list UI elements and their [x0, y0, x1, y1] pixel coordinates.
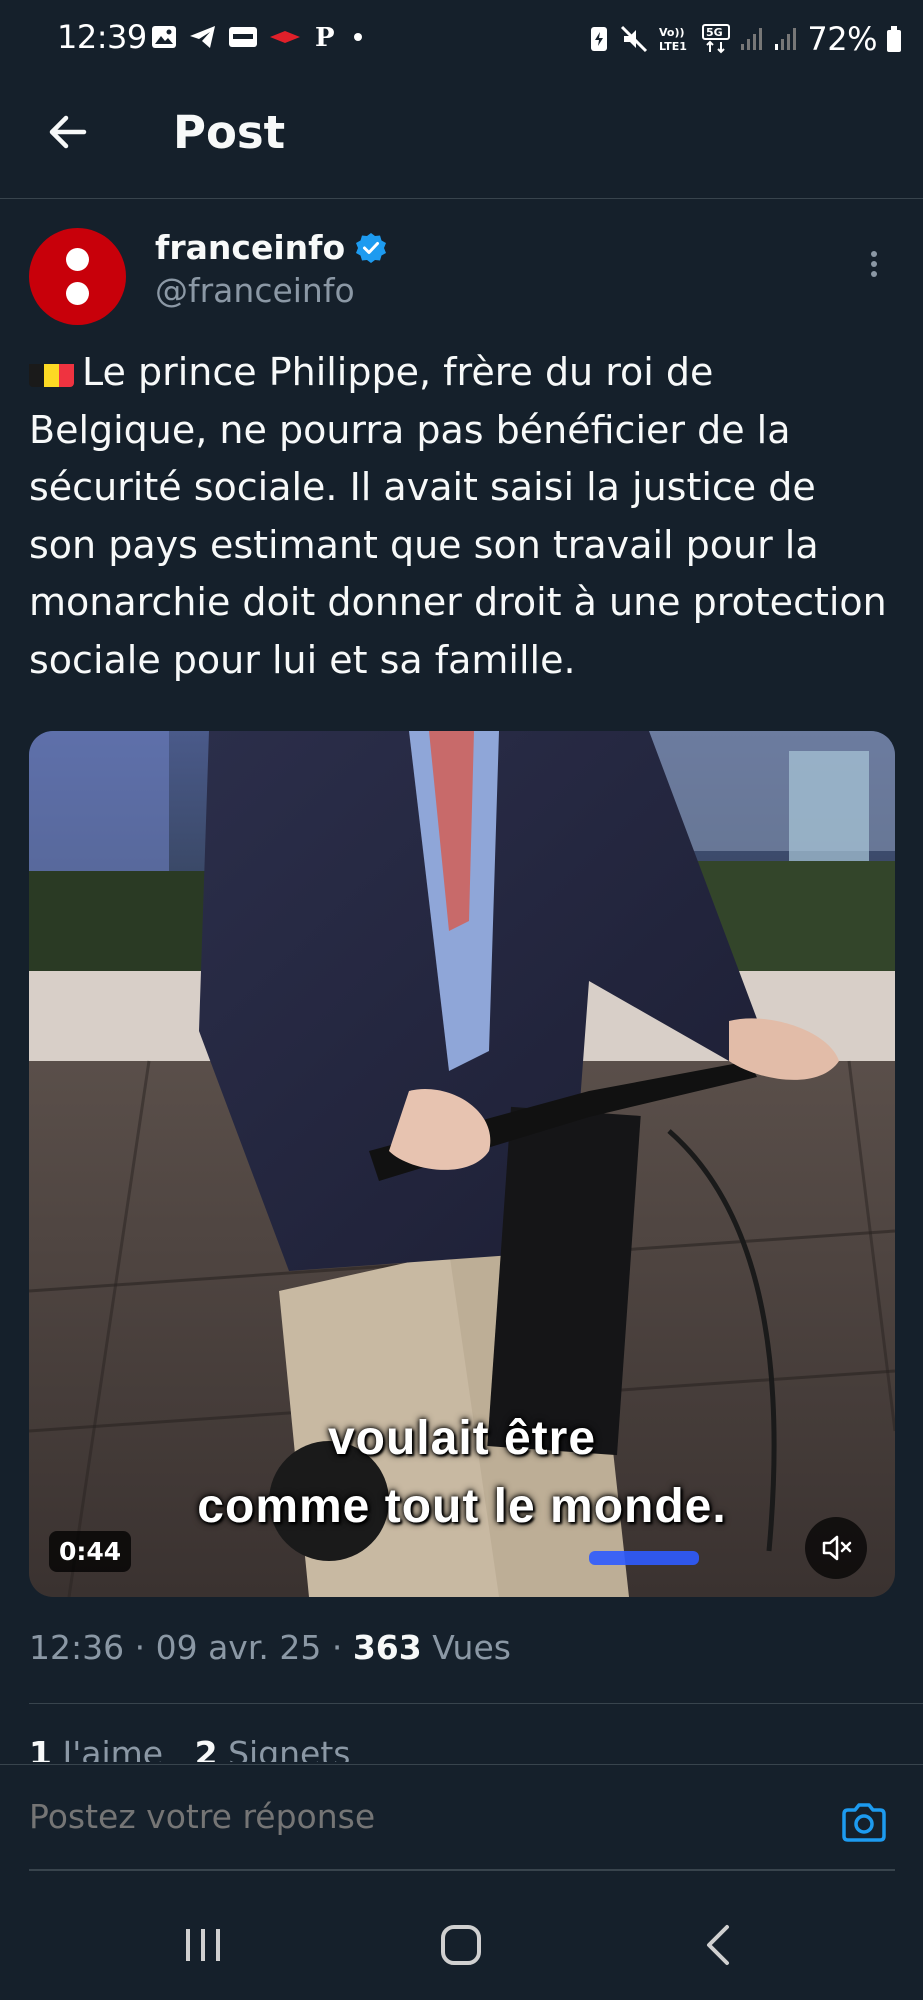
red-app-icon: [270, 31, 300, 43]
verified-badge-icon: [356, 232, 387, 263]
post-metadata: 12:36 · 09 avr. 25 · 363 Vues: [29, 1628, 511, 1667]
belgium-flag-icon: [29, 355, 74, 387]
5g-icon: 5G: [702, 24, 731, 54]
video-frame: [29, 731, 895, 1597]
author-name: franceinfo: [155, 228, 346, 267]
notification-icons: P: [150, 22, 368, 52]
page-title: Post: [173, 106, 286, 159]
status-time: 12:39: [57, 18, 147, 56]
battery-saver-icon: [591, 27, 608, 51]
svg-text:P: P: [315, 23, 335, 52]
home-icon[interactable]: [426, 1915, 496, 1975]
views-count: 363: [352, 1628, 422, 1667]
avatar-logo-dot-top: [66, 248, 89, 271]
telegram-icon: [190, 26, 215, 48]
post-text-container: Le prince Philippe, frère du roi de Belg…: [29, 344, 889, 689]
system-navigation-bar: [0, 1895, 923, 2000]
bookmarks-count: 2: [194, 1734, 218, 1762]
gallery-icon: [152, 26, 176, 48]
author-name-row[interactable]: franceinfo: [155, 228, 387, 267]
recents-icon[interactable]: [168, 1915, 238, 1975]
post-text: Le prince Philippe, frère du roi de Belg…: [29, 350, 887, 682]
signal-1-icon: [741, 28, 763, 50]
mute-button[interactable]: [805, 1517, 867, 1579]
post-time: 12:36: [29, 1628, 125, 1667]
app-header: Post: [0, 80, 923, 199]
likes-label: J'aime: [62, 1734, 164, 1762]
video-player[interactable]: voulait être comme tout le monde. 0:44: [29, 731, 895, 1597]
bookmarks-label: Signets: [228, 1734, 351, 1762]
camera-icon[interactable]: [840, 1802, 888, 1844]
views-label: Vues: [432, 1628, 511, 1667]
keyboard-notification-icon: [229, 27, 257, 47]
reply-underline: [29, 1869, 895, 1871]
signal-2-icon: [775, 28, 797, 50]
more-vertical-icon[interactable]: [862, 248, 886, 284]
volte-icon: Vo))LTE1: [659, 26, 687, 53]
avatar-logo-dot-bottom: [66, 282, 89, 305]
p-app-icon: P: [315, 23, 335, 52]
author-handle[interactable]: @franceinfo: [155, 271, 355, 310]
mute-status-icon: [621, 25, 648, 53]
svg-text:Vo)): Vo)): [659, 26, 685, 39]
likes-count: 1: [29, 1734, 52, 1762]
post-date: 09 avr. 25: [155, 1628, 322, 1667]
engagement-stats[interactable]: 1 J'aime 2 Signets: [29, 1734, 351, 1762]
battery-percent: 72%: [807, 20, 877, 58]
more-notifications-dot-icon: [354, 33, 362, 41]
arrow-left-icon[interactable]: [44, 108, 92, 156]
nav-back-icon[interactable]: [685, 1915, 755, 1975]
volume-muted-icon: [822, 1535, 852, 1561]
battery-icon: [887, 26, 901, 52]
divider: [29, 1703, 923, 1704]
status-bar: 12:39 P Vo)) LTE1 5G 72%: [0, 0, 923, 80]
video-subtitle-line-2: comme tout le monde.: [197, 1480, 727, 1533]
video-subtitle-line-1: voulait être: [327, 1412, 597, 1465]
video-duration-badge: 0:44: [49, 1531, 132, 1572]
system-icons: Vo)) LTE1 5G 72%: [587, 20, 903, 58]
svg-text:LTE1: LTE1: [659, 40, 687, 53]
avatar[interactable]: [29, 228, 126, 325]
svg-text:5G: 5G: [706, 26, 723, 39]
reply-input[interactable]: [29, 1797, 829, 1836]
